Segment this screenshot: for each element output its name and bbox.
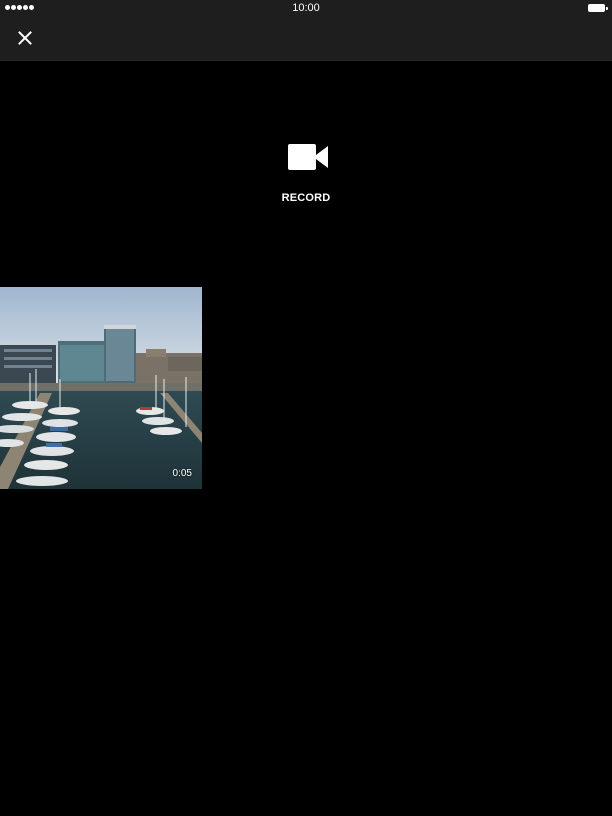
marina-harbor-thumbnail [0,287,202,489]
record-label: RECORD [281,192,331,204]
video-camera-icon [288,144,328,170]
video-duration: 0:05 [172,468,192,479]
close-button[interactable] [10,23,40,53]
battery-icon [588,4,608,12]
status-bar: 10:00 [0,0,612,16]
video-thumbnail[interactable]: 0:05 [0,287,202,489]
record-button[interactable]: RECORD [256,130,356,212]
top-toolbar [0,16,612,61]
status-time: 10:00 [292,2,320,14]
close-icon [18,31,32,45]
video-picker-screen: 10:00 RECORD 0:05 [0,0,612,816]
